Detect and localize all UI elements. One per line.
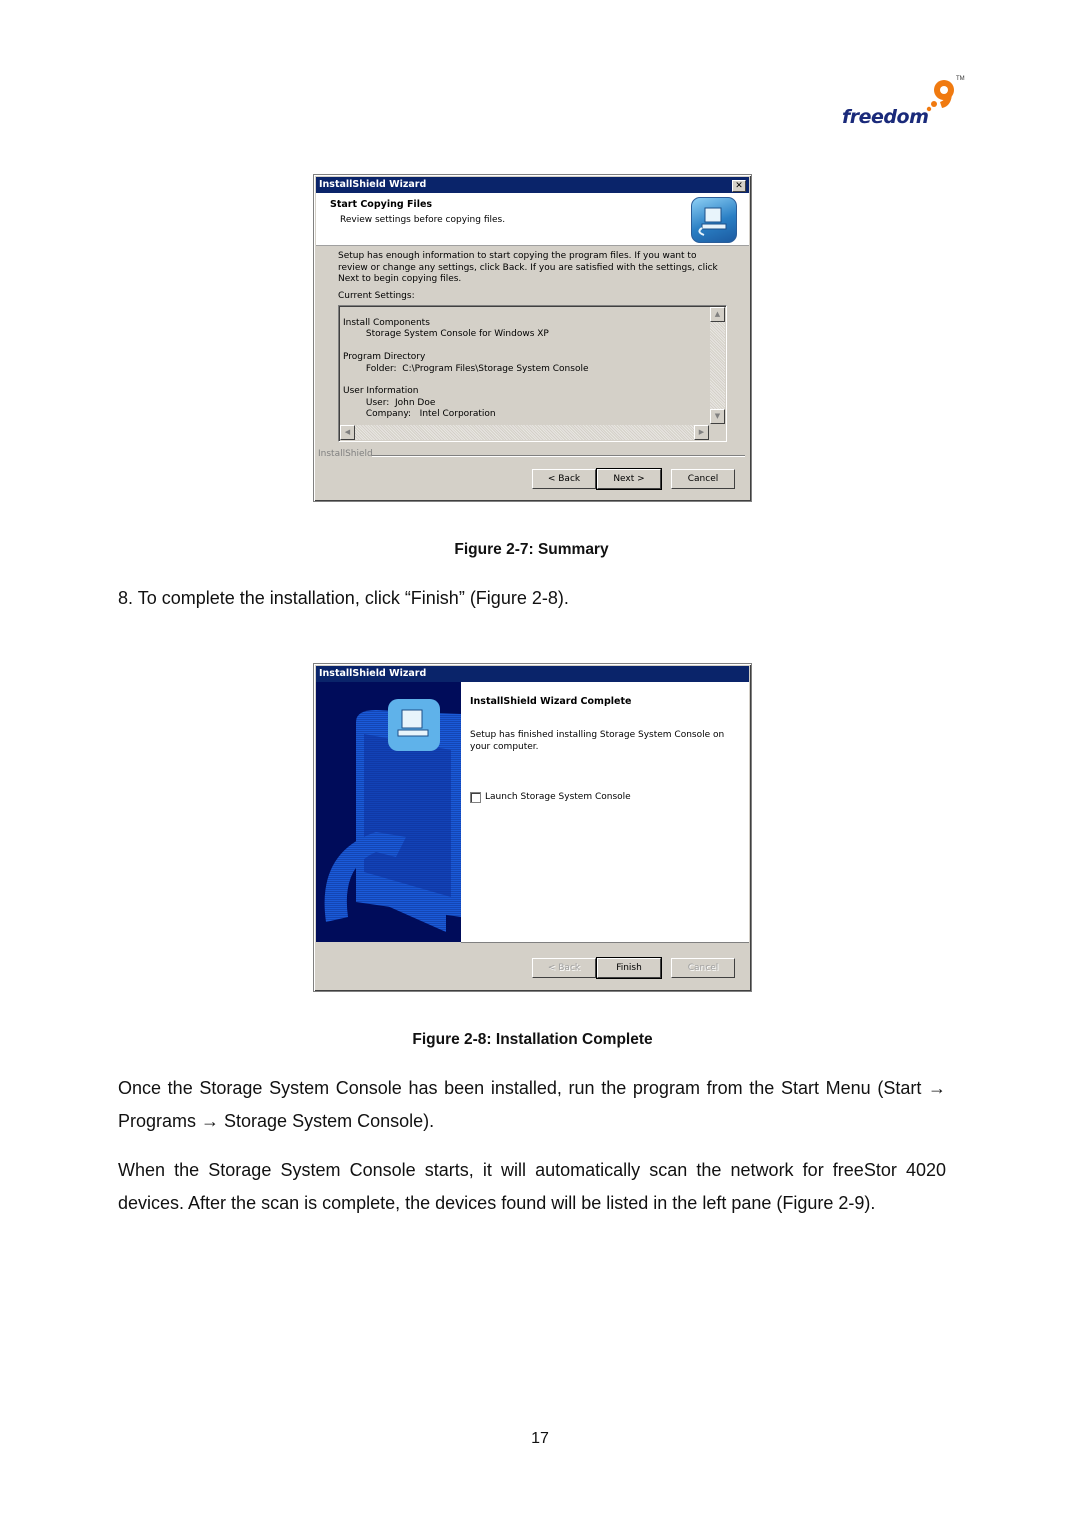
paragraph-scan: When the Storage System Console starts, … bbox=[118, 1160, 946, 1213]
header-title: Start Copying Files bbox=[330, 199, 433, 210]
wizard-side-graphic bbox=[316, 682, 461, 942]
brand-divider bbox=[372, 455, 745, 457]
scroll-right-button[interactable]: ▶ bbox=[694, 425, 709, 440]
scroll-left-button[interactable]: ◀ bbox=[340, 425, 355, 440]
computer-setup-icon bbox=[691, 197, 737, 243]
cancel-button[interactable]: Cancel bbox=[671, 958, 735, 978]
dialog-titlebar: InstallShield Wizard ✕ bbox=[316, 177, 749, 193]
complete-message: Setup has finished installing Storage Sy… bbox=[470, 730, 725, 752]
dialog-header: Start Copying Files Review settings befo… bbox=[316, 193, 749, 246]
back-button[interactable]: < Back bbox=[532, 469, 596, 489]
back-button[interactable]: < Back bbox=[532, 958, 596, 978]
page-number: 17 bbox=[531, 1430, 549, 1447]
scroll-up-button[interactable]: ▲ bbox=[710, 307, 725, 322]
complete-dialog: InstallShield Wizard InstallShield Wizar… bbox=[313, 663, 752, 992]
figure-2-8-caption: Figure 2-8: Installation Complete bbox=[412, 1031, 653, 1048]
current-settings-label: Current Settings: bbox=[338, 291, 415, 301]
logo-nine-icon bbox=[926, 80, 954, 112]
installshield-brand: InstallShield bbox=[318, 449, 373, 459]
close-icon: ✕ bbox=[735, 181, 743, 191]
launch-checkbox[interactable] bbox=[470, 792, 481, 803]
launch-checkbox-label[interactable]: Launch Storage System Console bbox=[485, 792, 631, 802]
freedom9-logo: freedom TM bbox=[838, 76, 968, 146]
logo-trademark: TM bbox=[956, 76, 965, 82]
paragraph-start-menu: Once the Storage System Console has been… bbox=[118, 1078, 946, 1131]
dialog-title: InstallShield Wizard bbox=[319, 668, 427, 679]
horizontal-scrollbar[interactable]: ◀ ▶ bbox=[340, 425, 709, 440]
close-button[interactable]: ✕ bbox=[732, 180, 746, 192]
scroll-down-button[interactable]: ▼ bbox=[710, 409, 725, 424]
arrow-down-icon: ▼ bbox=[714, 412, 721, 420]
settings-text: Install Components Storage System Consol… bbox=[343, 318, 589, 420]
arrow-left-icon: ◀ bbox=[344, 428, 351, 436]
arrow-up-icon: ▲ bbox=[714, 310, 721, 318]
description-text: Setup has enough information to start co… bbox=[338, 251, 718, 284]
summary-dialog: InstallShield Wizard ✕ Start Copying Fil… bbox=[313, 174, 752, 502]
dialog-title: InstallShield Wizard bbox=[319, 179, 427, 190]
complete-heading: InstallShield Wizard Complete bbox=[470, 696, 632, 707]
vertical-scrollbar[interactable]: ▲ ▼ bbox=[710, 307, 725, 424]
arrow-right-icon: ▶ bbox=[698, 428, 705, 436]
figure-2-7-caption: Figure 2-7: Summary bbox=[454, 541, 609, 558]
wizard-content-pane: InstallShield Wizard Complete Setup has … bbox=[461, 682, 749, 943]
step-8-text: 8. To complete the installation, click “… bbox=[118, 588, 569, 608]
next-button[interactable]: Next > bbox=[596, 468, 662, 490]
cancel-button[interactable]: Cancel bbox=[671, 469, 735, 489]
current-settings-box[interactable]: Install Components Storage System Consol… bbox=[338, 305, 727, 442]
header-subtitle: Review settings before copying files. bbox=[340, 215, 506, 225]
dialog-titlebar: InstallShield Wizard bbox=[316, 666, 749, 682]
installshield-graphic-icon bbox=[324, 699, 461, 932]
logo-text: freedom bbox=[842, 106, 929, 128]
finish-button[interactable]: Finish bbox=[596, 957, 662, 979]
